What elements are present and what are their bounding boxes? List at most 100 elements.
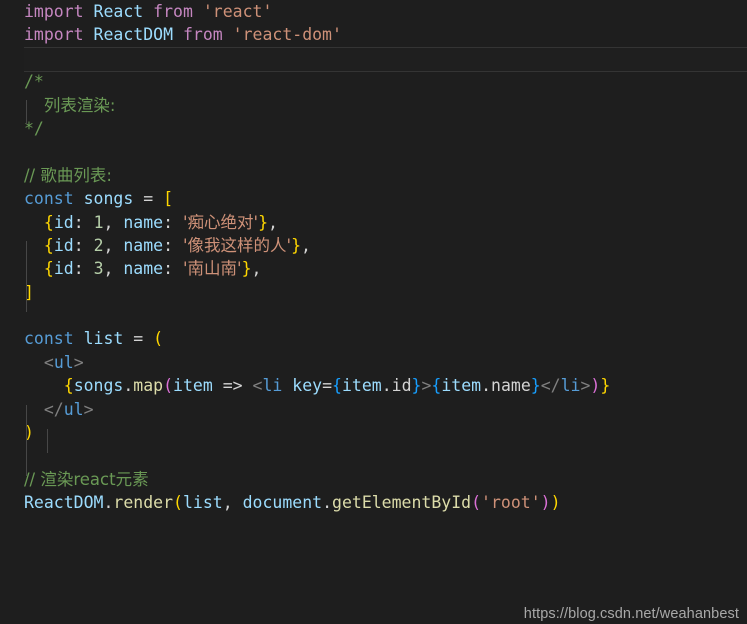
token-dot: . (103, 493, 114, 513)
token-colon: : (163, 259, 183, 279)
token-string-song-1-name: '痴心绝对' (183, 212, 259, 232)
token-key-id: id (53, 235, 74, 255)
token-jsx-expr-close: } (411, 376, 422, 396)
token-prop-id: .id (381, 376, 412, 396)
code-editor[interactable]: import React from 'react' import ReactDO… (0, 0, 747, 624)
code-line-18[interactable]: </ul> (0, 398, 747, 421)
token-identifier-reactdom: ReactDOM (93, 25, 174, 45)
code-line-15[interactable]: const list = ( (0, 327, 747, 350)
token-colon: : (163, 235, 183, 255)
token-jsx-expr-open: { (431, 376, 442, 396)
token-keyword-from: from (182, 25, 223, 45)
token-brace-open: { (43, 259, 54, 279)
token-jsx-angle: < (252, 376, 263, 396)
token-comma: , (251, 259, 262, 279)
code-line-13[interactable]: ] (0, 281, 747, 304)
token-jsx-tag-ul: ul (63, 399, 84, 419)
code-line-2[interactable]: import ReactDOM from 'react-dom' (0, 23, 747, 46)
code-line-20[interactable] (0, 444, 747, 467)
token-keyword-import: import (24, 25, 84, 45)
code-line-21[interactable]: // 渲染react元素 (0, 468, 747, 491)
code-line-16[interactable]: <ul> (0, 351, 747, 374)
code-line-11[interactable]: {id: 2, name: '像我这样的人'}, (0, 234, 747, 257)
token-identifier-reactdom: ReactDOM (24, 493, 104, 513)
token-string-reactdom-module: 'react-dom' (232, 25, 342, 45)
token-paren-close: ) (550, 493, 561, 513)
token-key-id: id (53, 212, 74, 232)
token-paren-close: ) (24, 423, 34, 443)
token-comma: , (222, 493, 243, 513)
token-paren-open: ( (471, 493, 482, 513)
code-content[interactable]: import React from 'react' import ReactDO… (0, 0, 747, 515)
token-number-song-2-id: 2 (93, 235, 104, 255)
token-paren-open: ( (173, 493, 183, 513)
token-paren-open: ( (163, 376, 174, 396)
token-method-map: map (133, 376, 164, 396)
token-bracket-close: ] (24, 282, 34, 302)
token-colon: : (73, 212, 94, 232)
token-jsx-angle: > (421, 376, 432, 396)
code-line-6[interactable]: */ (0, 117, 747, 140)
token-identifier-list: list (83, 329, 124, 349)
token-jsx-tag-ul: ul (53, 352, 74, 372)
token-comment-render-element: // 渲染react元素 (24, 469, 149, 489)
token-operator-equals: = (143, 189, 154, 209)
token-identifier-songs: songs (73, 376, 124, 396)
token-operator-equals: = (133, 329, 144, 349)
code-line-14[interactable] (0, 304, 747, 327)
token-item-ref: item (341, 376, 382, 396)
token-jsx-expr-close: } (530, 376, 541, 396)
token-brace-open: { (43, 235, 54, 255)
token-jsx-tag-li: li (262, 376, 283, 396)
token-key-name: name (123, 212, 164, 232)
code-line-10[interactable]: {id: 1, name: '痴心绝对'}, (0, 211, 747, 234)
token-comment-block-open: /* (24, 72, 44, 92)
token-string-react-module: 'react' (202, 2, 273, 21)
token-identifier-document: document (242, 493, 323, 513)
token-paren-close: ) (540, 493, 551, 513)
token-string-song-2-name: '像我这样的人' (183, 235, 292, 255)
code-line-4[interactable]: /* (0, 70, 747, 93)
code-line-8[interactable]: // 歌曲列表: (0, 164, 747, 187)
token-brace-open: { (43, 212, 54, 232)
code-line-19[interactable]: ) (0, 421, 747, 444)
code-line-7[interactable] (0, 140, 747, 163)
token-comment-block-body: 列表渲染: (43, 95, 116, 115)
token-comment-songs-list: // 歌曲列表: (24, 165, 112, 185)
token-colon: : (73, 259, 94, 279)
token-dot: . (123, 376, 134, 396)
code-line-12[interactable]: {id: 3, name: '南山南'}, (0, 257, 747, 280)
token-keyword-from: from (153, 2, 193, 21)
token-number-song-1-id: 1 (93, 212, 104, 232)
code-line-17[interactable]: {songs.map(item => <li key={item.id}>{it… (0, 374, 747, 397)
token-comma: , (103, 212, 124, 232)
current-line-highlight (24, 46, 747, 73)
token-identifier-songs: songs (83, 189, 134, 209)
token-jsx-expr-open: { (332, 376, 342, 396)
code-line-5[interactable]: 列表渲染: (0, 94, 747, 117)
token-brace-close: } (241, 259, 252, 279)
token-jsx-tag-li: li (560, 376, 581, 396)
token-arg-list: list (182, 493, 223, 513)
token-jsx-expr-open: { (63, 376, 74, 396)
token-comma: , (103, 259, 124, 279)
token-comma: , (268, 212, 278, 232)
code-line-1[interactable]: import React from 'react' (0, 0, 747, 23)
code-line-9[interactable]: const songs = [ (0, 187, 747, 210)
token-string-root: 'root' (481, 493, 541, 513)
token-keyword-import: import (24, 2, 84, 21)
token-bracket-open: [ (163, 189, 174, 209)
token-key-name: name (123, 259, 164, 279)
token-number-song-3-id: 3 (93, 259, 104, 279)
token-jsx-expr-close: } (600, 376, 611, 396)
token-param-item: item (173, 376, 213, 396)
token-prop-name: .name (481, 376, 531, 396)
token-brace-close: } (258, 212, 269, 232)
code-line-22[interactable]: ReactDOM.render(list, document.getElemen… (0, 491, 747, 514)
token-string-song-3-name: '南山南' (183, 259, 242, 279)
code-line-3-current[interactable] (0, 46, 747, 73)
token-jsx-angle: </ (540, 376, 561, 396)
token-dot: . (322, 493, 333, 513)
token-paren-close: ) (590, 376, 601, 396)
token-jsx-angle: > (83, 399, 94, 419)
